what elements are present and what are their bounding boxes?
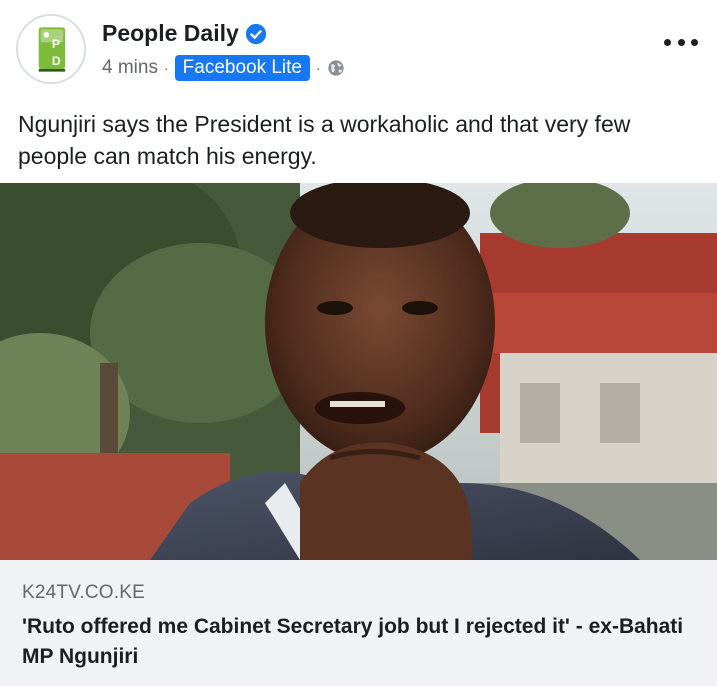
facebook-post: P D People Daily 4 mins · Facebook Lite … [0, 0, 717, 686]
man-portrait-image [0, 183, 717, 560]
meta-separator-2: · [316, 60, 321, 76]
meta-separator: · [163, 60, 169, 76]
app-badge: Facebook Lite [174, 55, 310, 81]
more-dot [691, 38, 698, 46]
svg-text:D: D [52, 54, 61, 68]
globe-icon [328, 60, 344, 76]
link-domain: K24TV.CO.KE [22, 582, 145, 603]
page-name[interactable]: People Daily [102, 20, 267, 47]
verified-check-icon [245, 23, 266, 44]
link-title[interactable]: 'Ruto offered me Cabinet Secretary job b… [22, 612, 692, 672]
link-preview[interactable]: K24TV.CO.KE 'Ruto offered me Cabinet Sec… [0, 560, 717, 686]
more-dot [664, 38, 671, 46]
post-meta: 4 mins · Facebook Lite · [102, 55, 345, 81]
svg-text:P: P [52, 37, 60, 51]
more-options-icon[interactable] [664, 30, 698, 54]
post-photo[interactable] [0, 183, 717, 560]
page-name-label[interactable]: People Daily [102, 20, 239, 47]
more-dot [677, 38, 685, 46]
people-daily-logo: P D [18, 16, 84, 82]
page-avatar[interactable]: P D [16, 14, 86, 84]
post-text: Ngunjiri says the President is a workaho… [18, 111, 631, 169]
post-time[interactable]: 4 mins [102, 57, 158, 79]
